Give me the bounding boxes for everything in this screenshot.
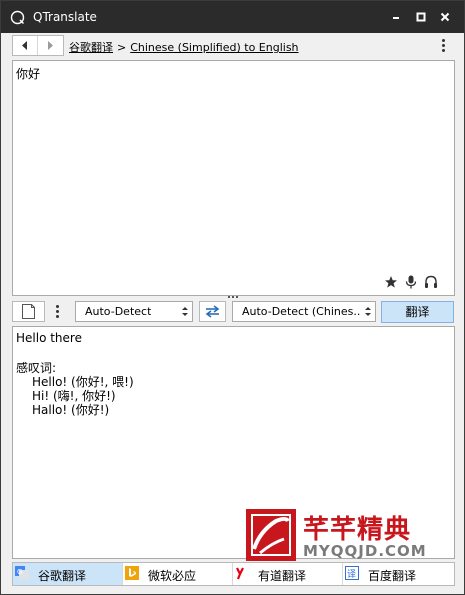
more-menu-icon[interactable]	[441, 39, 447, 53]
tab-bing[interactable]: 微软必应	[123, 563, 233, 585]
title-bar[interactable]: QTranslate	[1, 1, 464, 33]
select-arrows-icon	[365, 307, 371, 316]
svg-text:G: G	[17, 568, 22, 576]
service-tabs: G 谷歌翻译 微软必应 有道翻译 译 百度翻译	[12, 562, 455, 586]
translation-output[interactable]: Hello there 感叹词: Hello! (你好!, 喂!) Hi! (嗨…	[12, 326, 455, 561]
target-language-select[interactable]: Auto-Detect (Chines...	[232, 301, 376, 322]
window-title: QTranslate	[33, 10, 97, 24]
output-line: Hello there	[16, 331, 82, 345]
watermark-logo	[246, 509, 296, 561]
tab-baidu[interactable]: 译 百度翻译	[343, 563, 453, 585]
select-arrows-icon	[182, 307, 188, 316]
translate-button[interactable]: 翻译	[381, 301, 454, 323]
source-language-value: Auto-Detect	[85, 305, 152, 318]
maximize-icon[interactable]	[414, 10, 428, 24]
breadcrumb: 谷歌翻译 > Chinese (Simplified) to English	[69, 39, 299, 55]
source-actions	[380, 275, 440, 291]
watermark: 芊芊精典 MYQQJD.COM	[246, 509, 438, 561]
tab-google-translate[interactable]: G 谷歌翻译	[13, 563, 123, 585]
tab-label: 谷歌翻译	[38, 569, 87, 583]
chevron-right-icon	[48, 41, 53, 50]
navigation-bar: 谷歌翻译 > Chinese (Simplified) to English	[1, 33, 464, 59]
tab-label: 微软必应	[148, 569, 197, 583]
qtranslate-window: QTranslate 谷歌翻译 > Chinese (Simplified) t…	[0, 0, 465, 595]
history-nav	[12, 35, 64, 56]
target-language-value: Auto-Detect (Chines...	[242, 305, 360, 318]
watermark-url: MYQQJD.COM	[303, 542, 427, 560]
bing-icon	[125, 566, 139, 580]
minimize-icon[interactable]	[389, 10, 403, 24]
swap-languages-button[interactable]	[199, 301, 226, 322]
forward-button[interactable]	[38, 36, 63, 55]
youdao-icon	[236, 567, 244, 580]
language-direction-link[interactable]: Chinese (Simplified) to English	[130, 41, 298, 54]
output-line: Hallo! (你好!)	[32, 403, 110, 417]
source-language-select[interactable]: Auto-Detect	[75, 301, 193, 322]
swap-arrows-icon	[205, 305, 220, 318]
tab-label: 百度翻译	[368, 569, 417, 583]
source-text-area[interactable]: 你好	[12, 60, 455, 296]
breadcrumb-separator: >	[117, 41, 127, 54]
back-button[interactable]	[13, 36, 38, 55]
tab-youdao[interactable]: 有道翻译	[233, 563, 343, 585]
star-icon[interactable]	[384, 275, 398, 289]
svg-text:译: 译	[347, 569, 356, 580]
options-menu-icon[interactable]	[55, 305, 61, 319]
headphones-icon[interactable]	[424, 275, 438, 289]
tab-label: 有道翻译	[258, 569, 307, 583]
app-logo-icon	[10, 10, 25, 25]
microphone-icon[interactable]	[404, 275, 418, 289]
google-translate-icon: G	[15, 566, 29, 580]
document-button[interactable]	[12, 301, 45, 322]
source-text: 你好	[16, 67, 41, 81]
chevron-left-icon	[22, 41, 27, 50]
service-link[interactable]: 谷歌翻译	[69, 41, 113, 54]
close-icon[interactable]	[438, 10, 452, 24]
baidu-icon: 译	[345, 566, 359, 580]
brush-logo-icon	[251, 514, 291, 556]
watermark-title: 芊芊精典	[303, 515, 412, 545]
document-icon	[22, 304, 35, 319]
language-controls: Auto-Detect Auto-Detect (Chines... 翻译	[1, 299, 464, 325]
